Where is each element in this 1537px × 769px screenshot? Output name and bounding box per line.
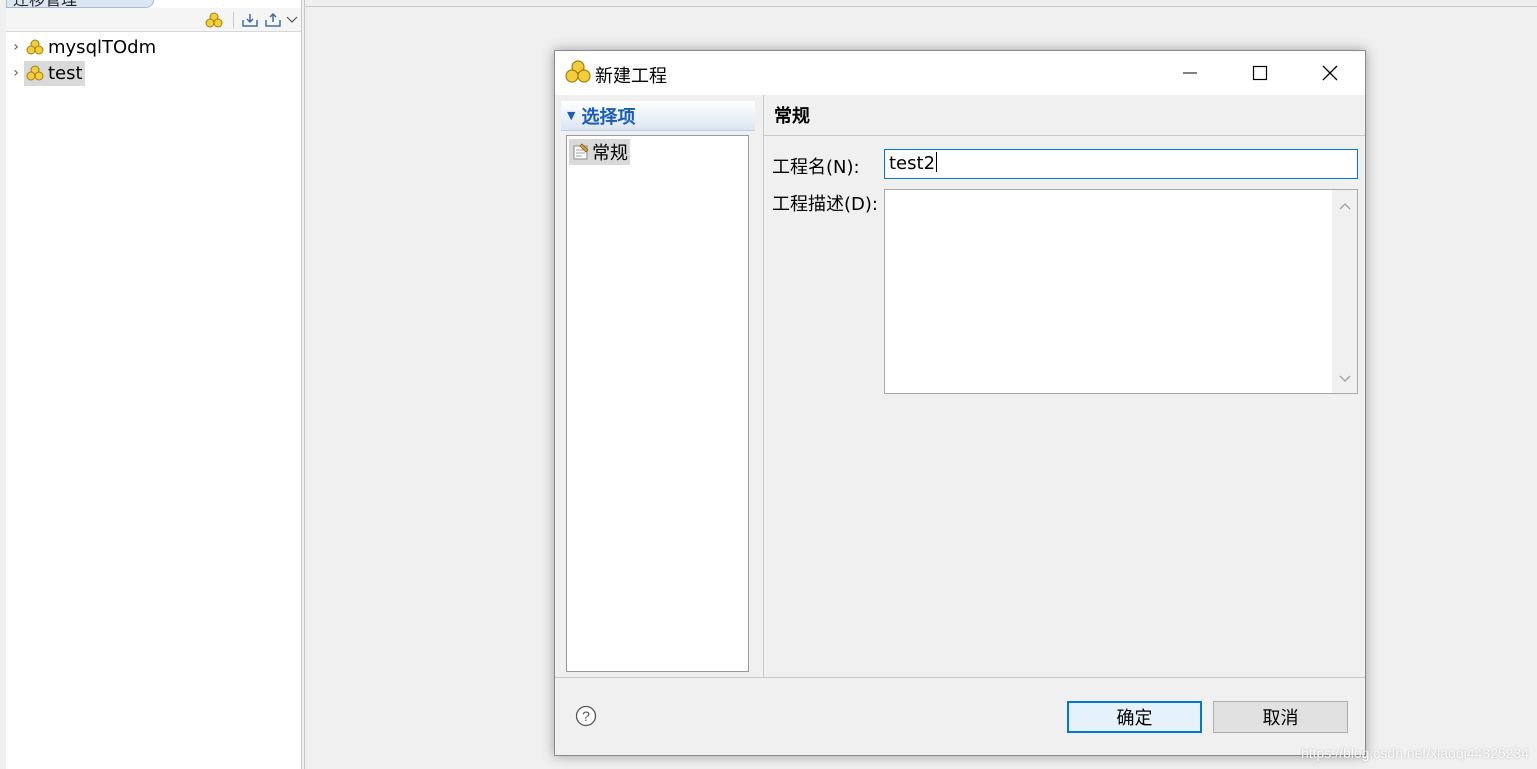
help-icon[interactable]: ?: [575, 705, 597, 732]
text-caret: [936, 152, 938, 172]
selection-header-label: 选择项: [581, 106, 636, 128]
project-desc-label: 工程描述(D):: [772, 194, 878, 215]
expand-arrow-icon[interactable]: ›: [8, 39, 24, 55]
minimize-icon[interactable]: [1155, 51, 1225, 95]
tree-node[interactable]: mysqlTOdm: [24, 35, 158, 60]
tree-node[interactable]: test: [24, 60, 85, 86]
watermark: https://blog.csdn.net/xiaoqi44325234: [1300, 745, 1529, 761]
project-name-value: test2: [889, 153, 936, 174]
project-desc-textarea[interactable]: [884, 189, 1358, 394]
expand-arrow-icon[interactable]: ›: [8, 65, 24, 81]
import-icon[interactable]: [240, 10, 260, 30]
view-tab[interactable]: 迁移管理: [6, 0, 154, 8]
tree-row[interactable]: › mysqlTOdm: [6, 34, 301, 60]
view-tab-label: 迁移管理: [13, 0, 77, 7]
view-menu-icon[interactable]: [285, 10, 299, 30]
close-icon[interactable]: [1295, 51, 1365, 95]
selection-header[interactable]: ▼ 选择项: [561, 101, 755, 131]
footer-separator: [555, 677, 1365, 678]
maximize-icon[interactable]: [1225, 51, 1295, 95]
project-icon: [26, 39, 44, 55]
selection-panel: ▼ 选择项 常规: [555, 95, 763, 677]
toolbar-separator: [233, 12, 234, 28]
view-toolbar: [6, 8, 301, 32]
tree-node-label: test: [48, 62, 83, 84]
project-tree: › mysqlTOdm › test: [6, 34, 301, 86]
project-name-label: 工程名(N):: [772, 157, 860, 178]
desc-scrollbar[interactable]: [1332, 190, 1357, 393]
svg-text:?: ?: [582, 708, 590, 724]
section-title: 常规: [764, 95, 1365, 136]
scroll-down-icon[interactable]: [1332, 367, 1357, 391]
project-icon: [565, 60, 591, 89]
selection-list: 常规: [566, 135, 749, 672]
dialog-titlebar[interactable]: 新建工程: [555, 51, 1365, 95]
project-explorer-view: 迁移管理 ›: [0, 0, 302, 769]
tree-node-label: mysqlTOdm: [48, 36, 157, 58]
editor-area-top-border: [305, 0, 1537, 7]
tree-row[interactable]: › test: [6, 60, 301, 86]
project-name-input[interactable]: test2: [884, 149, 1358, 179]
project-icon: [26, 65, 44, 81]
export-icon[interactable]: [263, 10, 283, 30]
selection-item-label: 常规: [592, 143, 628, 164]
collapse-triangle-icon[interactable]: ▼: [567, 109, 575, 122]
ok-button[interactable]: 确定: [1067, 701, 1202, 733]
page-icon: [573, 143, 589, 160]
general-settings-panel: 常规 工程名(N): test2 工程描述(D):: [764, 95, 1365, 677]
new-project-dialog: 新建工程 ▼ 选择项 常规 常规 工程名(N): test2 工程描述(D): …: [554, 50, 1366, 756]
view-splitter[interactable]: [302, 0, 305, 769]
new-project-icon[interactable]: [204, 10, 224, 30]
dialog-title: 新建工程: [595, 66, 667, 87]
cancel-button[interactable]: 取消: [1213, 701, 1348, 733]
scroll-up-icon[interactable]: [1332, 194, 1357, 218]
selection-item-general[interactable]: 常规: [569, 139, 630, 165]
